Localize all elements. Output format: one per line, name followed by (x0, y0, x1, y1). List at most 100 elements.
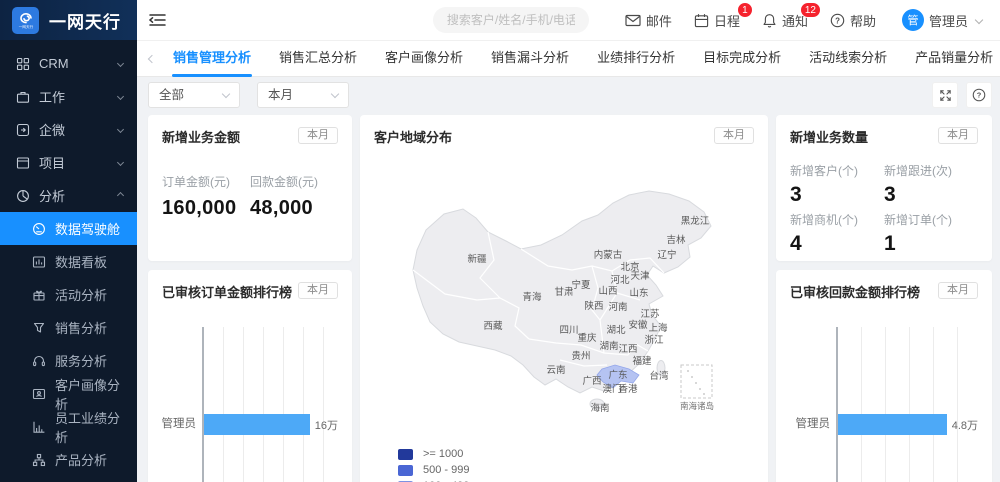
svg-text:湖北: 湖北 (606, 325, 626, 336)
sidebar-item-activity-analysis[interactable]: 活动分析 (0, 278, 137, 311)
sidebar-item-work[interactable]: 工作 (0, 80, 137, 113)
china-map[interactable]: 黑龙江 吉林 辽宁 内蒙古 北京 天津 河北 山西 山东 新疆 宁夏 甘肃 青海… (360, 148, 768, 438)
card-title: 新增业务数量 (790, 127, 868, 146)
sidebar-item-data-cockpit[interactable]: 数据驾驶舱 (0, 212, 137, 245)
help-panel-button[interactable]: ? (966, 82, 992, 108)
logo-block: 一网天行 一网天行 (0, 0, 137, 40)
svg-text:新疆: 新疆 (467, 253, 487, 265)
card-title: 客户地域分布 (374, 127, 452, 146)
mail-button[interactable]: 邮件 (625, 11, 672, 30)
period-select[interactable]: 本月 (257, 82, 349, 108)
sidebar-item-label: 数据驾驶舱 (55, 219, 120, 238)
stat-value: 1 (884, 232, 978, 256)
schedule-label: 日程 (714, 11, 740, 30)
stat-order-amount: 订单金额(元) 160,000 (162, 173, 250, 220)
stat-label: 新增订单(个) (884, 211, 978, 228)
gift-icon (32, 288, 46, 302)
scope-select[interactable]: 全部 (148, 82, 240, 108)
svg-text:黑龙江: 黑龙江 (681, 215, 710, 227)
chart-category-label: 管理员 (796, 414, 831, 435)
legend-item: 100 - 499 (398, 478, 754, 482)
sidebar-item-crm[interactable]: CRM (0, 47, 137, 80)
tab-sales-funnel[interactable]: 销售漏斗分析 (482, 41, 578, 77)
svg-text:吉林: 吉林 (666, 234, 686, 246)
svg-text:安徽: 安徽 (628, 319, 648, 331)
svg-text:香港: 香港 (618, 383, 638, 395)
svg-text:宁夏: 宁夏 (571, 279, 591, 291)
svg-text:山东: 山东 (629, 287, 648, 299)
svg-text:湖南: 湖南 (599, 340, 618, 352)
svg-text:内蒙古: 内蒙古 (594, 249, 623, 261)
expand-icon (939, 89, 952, 102)
tab-sales-management[interactable]: 销售管理分析 (164, 41, 260, 77)
menu-fold-icon[interactable] (149, 12, 166, 28)
sidebar-item-product-analysis[interactable]: 产品分析 (0, 443, 137, 476)
brand-logo-icon: 一网天行 (12, 7, 39, 34)
stat-new-followups: 新增跟进(次) 3 (884, 162, 978, 207)
mail-icon (625, 13, 641, 28)
period-badge: 本月 (298, 127, 338, 144)
legend-label: >= 1000 (423, 448, 463, 460)
svg-text:贵州: 贵州 (571, 350, 590, 362)
chevron-down-icon (331, 90, 339, 98)
headset-icon (32, 354, 46, 368)
chart-bar[interactable] (204, 414, 310, 435)
stat-value: 4 (790, 232, 884, 256)
stat-label: 订单金额(元) (162, 173, 250, 190)
sidebar-item-staff-performance[interactable]: 员工业绩分析 (0, 410, 137, 443)
help-icon: ? (830, 13, 845, 28)
notice-button[interactable]: 通知 12 (762, 11, 808, 30)
search-input[interactable] (433, 7, 589, 33)
tabs-scroll-left[interactable] (145, 56, 159, 62)
top-bar: 邮件 日程 1 通知 12 ? 帮助 管 管理员 (137, 0, 1000, 41)
chart-bar[interactable] (838, 414, 947, 435)
card-new-business-amount: 新增业务金额 本月 订单金额(元) 160,000 回款金额(元) 48,000 (148, 115, 352, 261)
sidebar-item-customer-portrait[interactable]: 客户画像分析 (0, 377, 137, 410)
sidebar-item-label: 销售分析 (55, 318, 107, 337)
sidebar-item-label: 产品分析 (55, 450, 107, 469)
sidebar-item-analysis[interactable]: 分析 (0, 179, 137, 212)
tab-activity-leads[interactable]: 活动线索分析 (800, 41, 896, 77)
svg-text:江西: 江西 (618, 344, 637, 355)
payment-rank-chart: 管理员 4.8万 (790, 327, 978, 482)
sidebar-item-label: 企微 (39, 120, 65, 139)
chevron-down-icon (117, 93, 124, 100)
briefcase-icon (16, 90, 30, 104)
svg-text:辽宁: 辽宁 (657, 249, 676, 261)
stat-value: 48,000 (250, 197, 338, 220)
chart-bar-value: 4.8万 (952, 417, 978, 433)
chevron-down-icon (975, 16, 983, 24)
schedule-badge: 1 (737, 2, 753, 18)
legend-swatch (398, 449, 413, 460)
card-payment-amount-rank: 已审核回款金额排行榜 本月 管理员 4.8万 (776, 270, 992, 482)
sidebar-item-service-analysis[interactable]: 服务分析 (0, 344, 137, 377)
tab-product-sales[interactable]: 产品销量分析 (906, 41, 1000, 77)
gauge-icon (32, 222, 46, 236)
sidebar-item-label: 数据看板 (55, 252, 107, 271)
user-menu[interactable]: 管 管理员 (902, 9, 982, 31)
bell-icon (762, 13, 777, 28)
schedule-button[interactable]: 日程 1 (694, 11, 740, 30)
tab-performance-rank[interactable]: 业绩排行分析 (588, 41, 684, 77)
stat-new-orders: 新增订单(个) 1 (884, 211, 978, 256)
fullscreen-button[interactable] (932, 82, 958, 108)
tab-sales-summary[interactable]: 销售汇总分析 (270, 41, 366, 77)
tab-goal-completion[interactable]: 目标完成分析 (694, 41, 790, 77)
stat-payment-amount: 回款金额(元) 48,000 (250, 173, 338, 220)
svg-text:青海: 青海 (522, 291, 542, 303)
tab-customer-portrait[interactable]: 客户画像分析 (376, 41, 472, 77)
filter-row: 全部 本月 ? (148, 82, 992, 108)
svg-text:重庆: 重庆 (577, 332, 597, 344)
sidebar-item-project[interactable]: 项目 (0, 146, 137, 179)
sidebar-item-sales-analysis[interactable]: 销售分析 (0, 311, 137, 344)
stat-label: 新增商机(个) (790, 211, 884, 228)
question-circle-icon: ? (972, 88, 986, 102)
chevron-down-icon (117, 159, 124, 166)
funnel-icon (32, 321, 46, 335)
sidebar-item-qiwei[interactable]: 企微 (0, 113, 137, 146)
help-label: 帮助 (850, 11, 876, 30)
svg-text:河北: 河北 (610, 274, 630, 286)
help-button[interactable]: ? 帮助 (830, 11, 876, 30)
legend-label: 500 - 999 (423, 464, 469, 476)
sidebar-item-data-board[interactable]: 数据看板 (0, 245, 137, 278)
